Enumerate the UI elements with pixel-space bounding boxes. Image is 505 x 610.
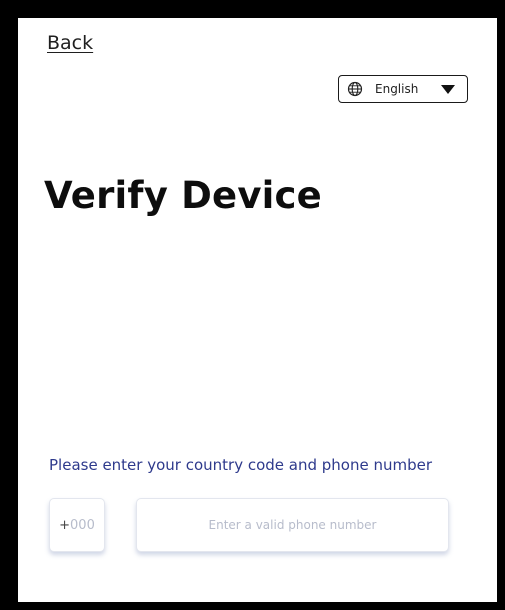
phone-instruction-text: Please enter your country code and phone… [49,456,433,474]
country-code-placeholder: 000 [70,517,95,533]
language-selector[interactable]: English [338,75,468,103]
screen-frame: Back English Verify Device Please enter … [18,18,497,602]
page-title: Verify Device [44,174,322,217]
globe-icon [347,81,363,97]
country-code-field[interactable]: +000 [49,498,105,552]
phone-number-input[interactable] [136,498,449,552]
caret-down-icon [441,84,455,94]
back-link[interactable]: Back [47,32,93,54]
country-code-prefix: + [59,517,71,533]
language-selected-label: English [375,82,419,96]
